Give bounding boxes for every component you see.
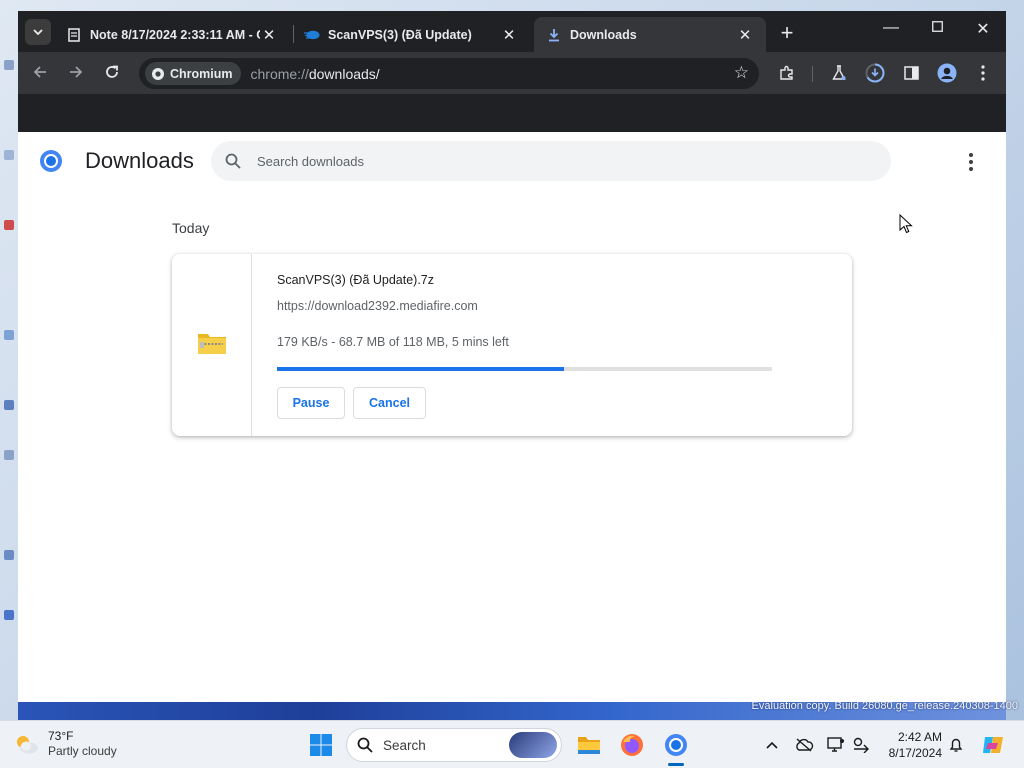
browser-window: Note 8/17/2024 2:33:11 AM - O ✕ ScanVPS(… [18,11,1006,702]
address-bar[interactable]: Chromium chrome://downloads/ ☆ [139,58,759,89]
file-explorer-icon[interactable] [576,732,602,758]
tab-search-button[interactable] [25,19,51,45]
download-progress-bar [277,367,772,371]
maximize-icon [931,21,943,32]
chromium-logo-icon [40,150,62,172]
date-heading: Today [172,220,210,236]
clock-time: 2:42 AM [897,730,942,744]
network-icon[interactable] [851,735,871,755]
bookmark-star-icon[interactable]: ☆ [734,63,749,83]
search-downloads[interactable] [211,141,891,181]
side-panel-icon[interactable] [900,62,922,84]
reload-button[interactable] [100,61,124,85]
note-icon [66,27,82,43]
tab-strip: Note 8/17/2024 2:33:11 AM - O ✕ ScanVPS(… [18,11,1006,52]
reload-icon [106,65,118,78]
copilot-icon[interactable] [980,732,1006,758]
mediafire-icon [304,27,320,43]
close-icon[interactable]: ✕ [736,26,754,44]
url-text[interactable]: chrome://downloads/ [251,66,380,82]
pause-button[interactable]: Pause [277,387,345,419]
close-icon[interactable]: ✕ [260,26,278,44]
windows-start-icon[interactable] [309,733,333,757]
downloads-page: Downloads Today ScanVPS(3) (Đã Update).7… [18,132,1006,702]
weather-temp: 73°F [48,729,74,743]
weather-widget[interactable]: 73°F Partly cloudy [14,729,117,759]
minimize-button[interactable]: — [868,19,914,37]
chromium-taskbar-icon[interactable] [663,732,689,758]
chip-label: Chromium [170,66,233,81]
taskbar-search-label: Search [383,737,426,753]
taskbar-search[interactable]: Search [346,728,562,762]
weather-desc: Partly cloudy [48,744,117,758]
partly-cloudy-icon [17,736,38,754]
file-icon-area [172,254,252,436]
new-tab-button[interactable]: + [775,20,799,46]
mouse-cursor-icon [899,214,913,234]
progress-fill [277,367,565,371]
url-path: downloads/ [308,65,380,82]
search-icon [357,737,373,753]
tab-downloads[interactable]: Downloads ✕ [534,17,766,52]
download-icon [546,27,562,43]
arrow-left-icon [33,66,46,78]
toolbar: Chromium chrome://downloads/ ☆ [18,52,1006,94]
downloads-toolbar-icon[interactable] [864,62,886,84]
cloud-off-icon[interactable] [794,735,814,755]
firefox-icon[interactable] [619,732,645,758]
system-clock[interactable]: 2:42 AM 8/17/2024 [878,729,942,761]
display-icon[interactable] [826,735,846,755]
search-icon [225,153,241,169]
close-window-button[interactable]: ✕ [960,19,1006,39]
labs-flask-icon[interactable] [828,62,850,84]
tab-note[interactable]: Note 8/17/2024 2:33:11 AM - O ✕ [54,17,290,52]
site-info-chip[interactable]: Chromium [145,62,241,85]
search-input[interactable] [257,153,817,169]
taskbar: 73°F Partly cloudy Search 2:42 AM 8/17/2… [0,720,1024,768]
desktop-edge [0,0,18,720]
back-button[interactable] [28,61,52,85]
bell-icon[interactable] [946,735,966,755]
extensions-icon[interactable] [776,62,798,84]
cancel-button[interactable]: Cancel [353,387,426,419]
download-item: ScanVPS(3) (Đã Update).7z https://downlo… [172,254,852,436]
chromium-icon [152,67,164,80]
page-menu-icon[interactable] [963,150,979,174]
zip-folder-icon [198,334,226,354]
page-header: Downloads [18,132,1006,192]
menu-kebab-icon[interactable] [972,62,994,84]
maximize-button[interactable] [914,19,960,37]
clock-date: 8/17/2024 [888,746,942,760]
chevron-down-icon [33,29,43,35]
search-highlight-image [509,732,557,758]
bookmark-bar [18,94,1006,132]
arrow-right-icon [70,66,83,78]
close-icon[interactable]: ✕ [500,26,518,44]
active-app-indicator [668,763,684,766]
forward-button[interactable] [64,61,88,85]
file-name[interactable]: ScanVPS(3) (Đã Update).7z [277,273,434,287]
tab-scanvps[interactable]: ScanVPS(3) (Đã Update) ✕ [292,17,530,52]
url-scheme: chrome:// [250,65,309,82]
toolbar-divider [812,66,813,82]
chevron-up-icon[interactable] [762,735,782,755]
tab-title: Note 8/17/2024 2:33:11 AM - O [90,27,260,42]
tab-title: Downloads [570,27,637,42]
source-url[interactable]: https://download2392.mediafire.com [277,299,478,313]
page-title: Downloads [85,148,194,173]
profile-avatar-icon[interactable] [936,62,958,84]
tab-title: ScanVPS(3) (Đã Update) [328,27,472,42]
download-status: 179 KB/s - 68.7 MB of 118 MB, 5 mins lef… [277,335,509,349]
